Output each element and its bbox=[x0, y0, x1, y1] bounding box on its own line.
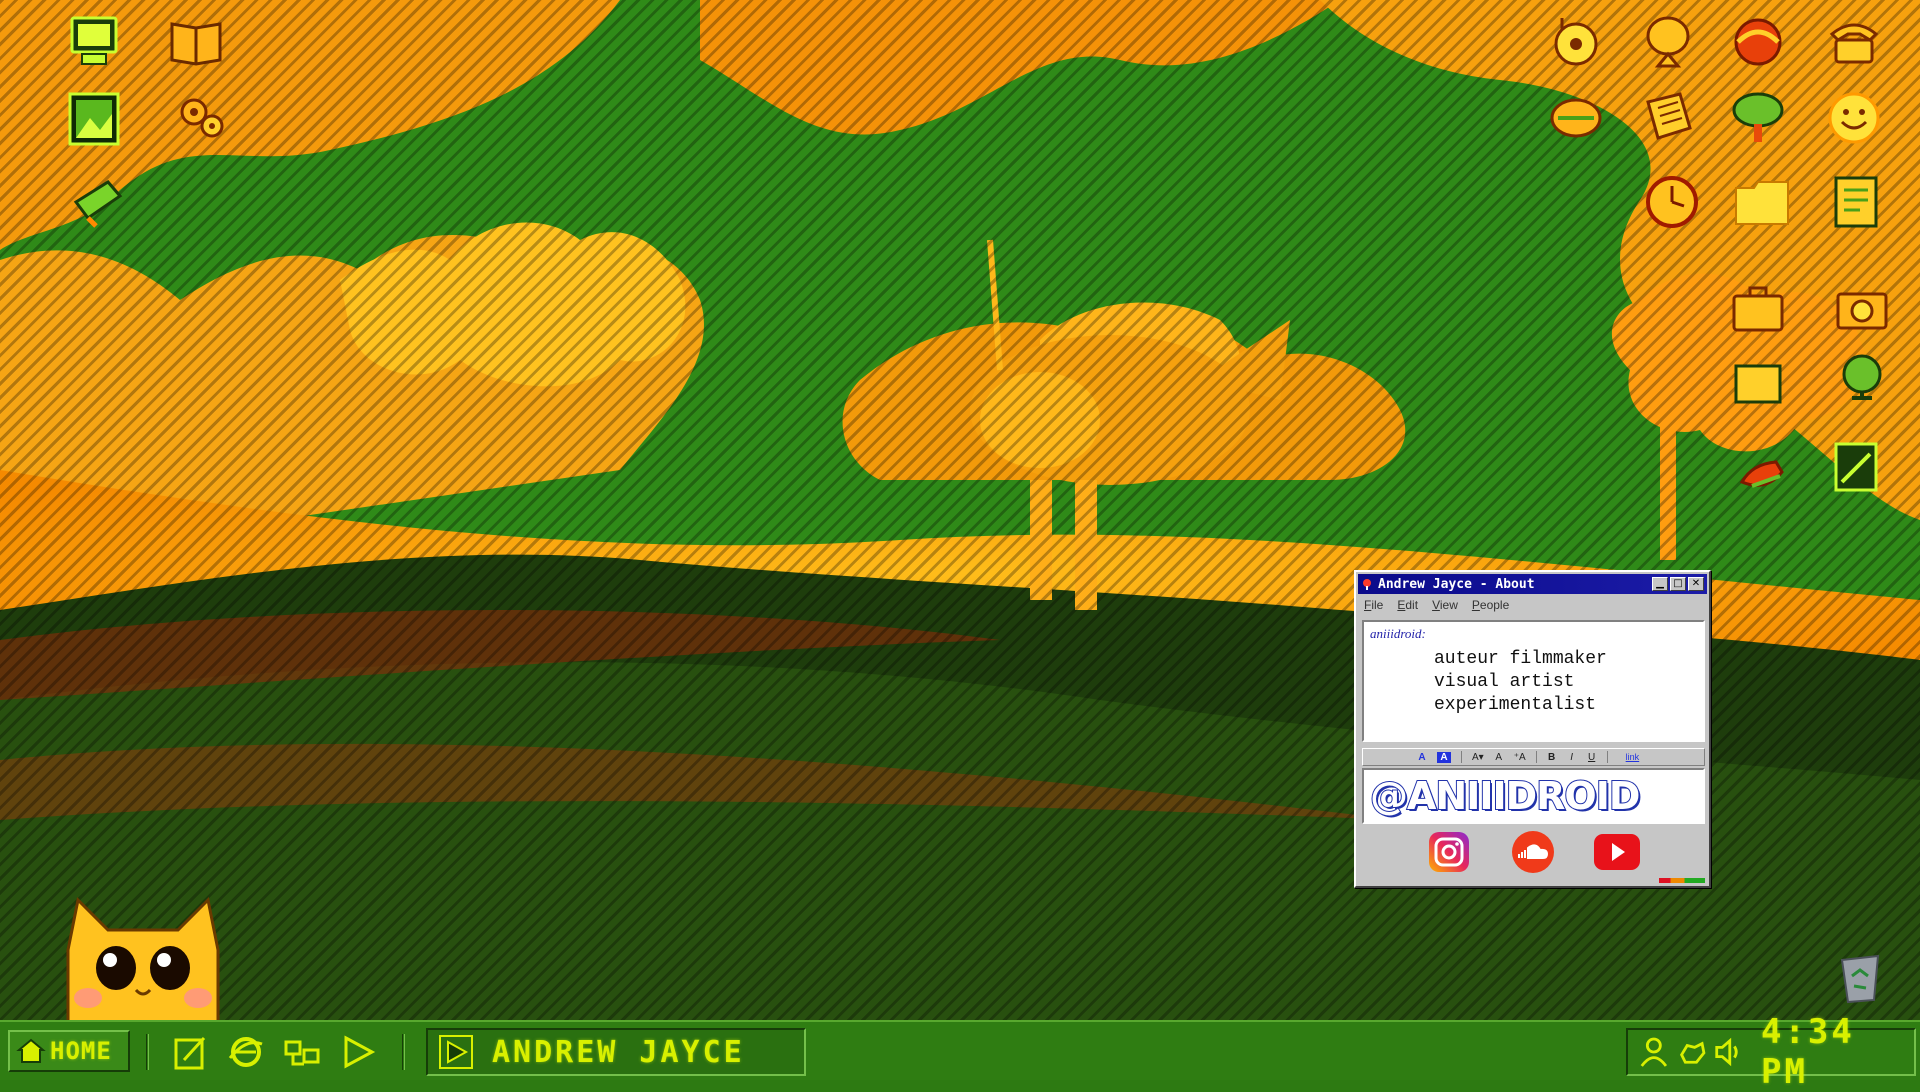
taskbar-divider bbox=[402, 1034, 405, 1070]
social-links bbox=[1356, 826, 1709, 878]
camera-icon[interactable] bbox=[1826, 276, 1898, 338]
book-icon[interactable] bbox=[160, 10, 232, 72]
taskbar-clock[interactable]: 4:34 PM bbox=[1761, 1012, 1914, 1092]
briefcase-icon[interactable] bbox=[1722, 276, 1794, 338]
toolbox-icon[interactable] bbox=[62, 170, 134, 232]
activity-meter bbox=[1659, 878, 1705, 883]
tree-icon[interactable] bbox=[1722, 86, 1794, 148]
media-play-icon[interactable] bbox=[338, 1032, 378, 1072]
window-title: Andrew Jayce - About bbox=[1378, 576, 1535, 592]
toolbar-separator bbox=[1606, 751, 1608, 763]
play-icon bbox=[439, 1035, 473, 1069]
window-app-icon bbox=[1363, 579, 1371, 590]
handle-input[interactable]: @ANIIIDROID bbox=[1362, 768, 1705, 824]
font-normal-button[interactable]: A bbox=[1494, 752, 1504, 763]
world-globe-icon[interactable] bbox=[1540, 86, 1612, 148]
message-line: visual artist bbox=[1434, 672, 1575, 692]
taskbar: HOME ANDREW JAYCE 4:34 PM bbox=[0, 1012, 1920, 1092]
gears-icon[interactable] bbox=[166, 88, 238, 150]
message-line: experimentalist bbox=[1434, 695, 1597, 715]
folder-icon[interactable] bbox=[1726, 170, 1798, 232]
notepad-icon[interactable] bbox=[1820, 170, 1892, 232]
window-titlebar[interactable]: Andrew Jayce - About ▁ □ ✕ bbox=[1358, 574, 1707, 594]
window-menubar: File Edit View People bbox=[1356, 596, 1709, 614]
globe-stand-icon[interactable] bbox=[1826, 346, 1898, 408]
menu-people[interactable]: People bbox=[1472, 598, 1509, 612]
close-button[interactable]: ✕ bbox=[1688, 577, 1704, 591]
text-color-button[interactable]: A bbox=[1417, 752, 1427, 763]
pad-icon[interactable] bbox=[1820, 436, 1892, 498]
task-label: ANDREW JAYCE bbox=[492, 1034, 745, 1070]
toolbar-separator bbox=[1535, 751, 1537, 763]
internet-globe-icon[interactable] bbox=[1722, 10, 1794, 72]
message-sender: aniiidroid: bbox=[1370, 626, 1426, 641]
network-icon[interactable] bbox=[282, 1032, 322, 1072]
font-larger-button[interactable]: ⁺A bbox=[1514, 752, 1526, 763]
minimize-button[interactable]: ▁ bbox=[1652, 577, 1668, 591]
clock-icon[interactable] bbox=[1636, 170, 1708, 232]
home-label: HOME bbox=[50, 1037, 112, 1065]
soundcloud-icon[interactable] bbox=[1508, 830, 1558, 874]
system-tray: 4:34 PM bbox=[1626, 1012, 1916, 1092]
volume-icon[interactable] bbox=[1713, 1035, 1745, 1069]
toolbar-separator bbox=[1461, 751, 1462, 763]
user-icon[interactable] bbox=[1638, 1035, 1670, 1069]
home-button[interactable]: HOME bbox=[8, 1030, 130, 1072]
music-cd-icon[interactable] bbox=[1540, 10, 1612, 72]
folder-small-icon[interactable] bbox=[1722, 352, 1794, 414]
youtube-icon[interactable] bbox=[1592, 830, 1642, 874]
menu-file[interactable]: File bbox=[1364, 598, 1383, 612]
message-lines: auteur filmmaker visual artist experimen… bbox=[1434, 648, 1697, 717]
link-button[interactable]: link bbox=[1626, 752, 1640, 762]
social-handle: @ANIIIDROID bbox=[1369, 773, 1641, 819]
about-window[interactable]: Andrew Jayce - About ▁ □ ✕ File Edit Vie… bbox=[1354, 570, 1711, 888]
computer-icon[interactable] bbox=[58, 10, 130, 72]
menu-edit[interactable]: Edit bbox=[1397, 598, 1418, 612]
maximize-button[interactable]: □ bbox=[1670, 577, 1686, 591]
network-hand-icon[interactable] bbox=[1676, 1035, 1708, 1069]
newspaper-icon[interactable] bbox=[1632, 86, 1704, 148]
underline-button[interactable]: U bbox=[1587, 752, 1597, 763]
smiley-icon[interactable] bbox=[1818, 86, 1890, 148]
highlight-button[interactable]: A bbox=[1437, 751, 1451, 763]
apple-icon[interactable] bbox=[1726, 440, 1798, 502]
menu-view[interactable]: View bbox=[1432, 598, 1458, 612]
message-line: auteur filmmaker bbox=[1434, 649, 1607, 669]
cat-mascot[interactable] bbox=[48, 890, 238, 1025]
picture-icon[interactable] bbox=[58, 88, 130, 150]
message-content: aniiidroid: auteur filmmaker visual arti… bbox=[1362, 620, 1705, 742]
task-button-andrew-jayce[interactable]: ANDREW JAYCE bbox=[426, 1028, 806, 1076]
bold-button[interactable]: B bbox=[1547, 752, 1557, 763]
font-smaller-button[interactable]: A▾ bbox=[1472, 752, 1484, 763]
italic-button[interactable]: I bbox=[1567, 752, 1577, 763]
notepad-quicklaunch-icon[interactable] bbox=[170, 1032, 210, 1072]
recycle-bin-icon[interactable] bbox=[1830, 946, 1890, 1006]
format-toolbar: A A A▾ A ⁺A B I U link bbox=[1362, 748, 1705, 766]
internet-explorer-icon[interactable] bbox=[226, 1032, 266, 1072]
taskbar-divider bbox=[146, 1034, 149, 1070]
instagram-icon[interactable] bbox=[1424, 830, 1474, 874]
home-icon bbox=[16, 1038, 46, 1063]
telephone-icon[interactable] bbox=[1818, 10, 1890, 72]
satellite-dish-icon[interactable] bbox=[1632, 10, 1704, 72]
